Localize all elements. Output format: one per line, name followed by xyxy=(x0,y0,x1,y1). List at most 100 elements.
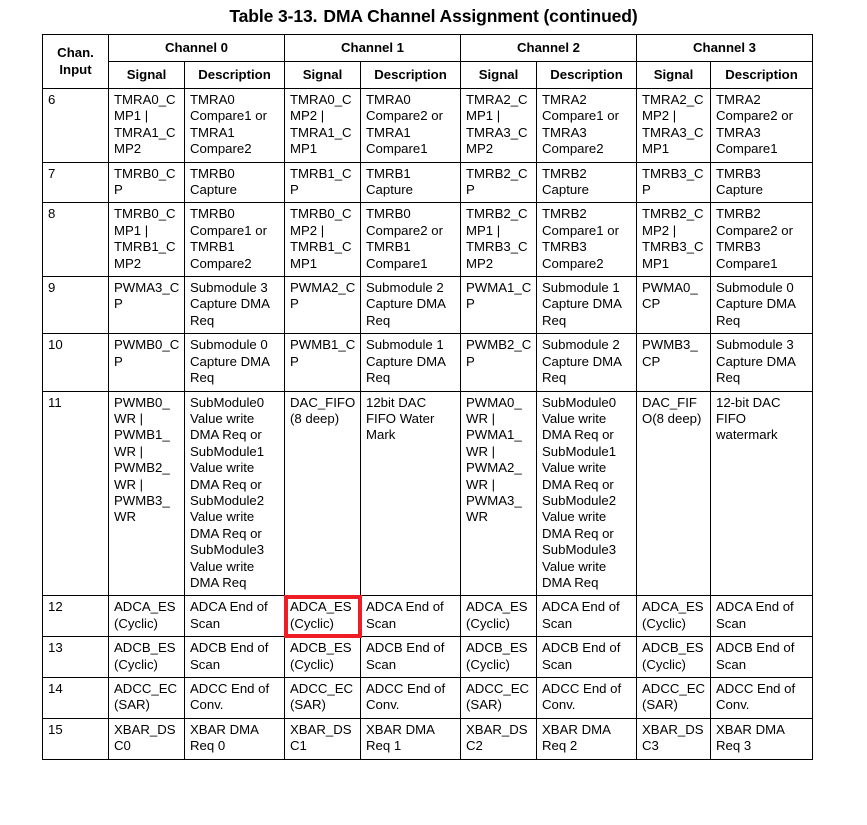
cell-ch1-signal: PWMB1_CP xyxy=(284,333,361,392)
cell-ch3-description: TMRA2 Compare2 or TMRA3 Compare1 xyxy=(710,88,813,163)
table-header: Chan. Input Channel 0 Channel 1 Channel … xyxy=(42,34,813,89)
cell-chan-input: 10 xyxy=(42,333,109,392)
cell-ch0-description: ADCB End of Scan xyxy=(184,636,285,678)
cell-ch0-signal: ADCB_ES (Cyclic) xyxy=(108,636,185,678)
cell-ch3-signal: ADCA_ES (Cyclic) xyxy=(636,595,711,638)
table-row: 11 PWMB0_WR | PWMB1_WR | PWMB2_WR | PWMB3… xyxy=(42,390,813,597)
cell-ch0-description: Submodule 0 Capture DMA Req xyxy=(184,333,285,392)
cell-ch2-signal: ADCB_ES (Cyclic) xyxy=(460,636,537,678)
header-ch0-description: Description xyxy=(184,61,285,89)
cell-ch1-description: ADCC End of Conv. xyxy=(360,677,461,719)
table-row: 9 PWMA3_CP Submodule 3 Capture DMA Req PWMA… xyxy=(42,276,813,335)
cell-ch1-signal: ADCA_ES (Cyclic) xyxy=(284,595,361,638)
cell-ch3-signal: PWMB3_CP xyxy=(636,333,711,392)
cell-ch0-description: TMRA0 Compare1 or TMRA1 Compare2 xyxy=(184,88,285,163)
header-row-subcolumns: Signal Description Signal Description Si… xyxy=(43,61,813,89)
cell-ch2-signal: PWMA1_CP xyxy=(460,276,537,335)
table-row: 10 PWMB0_CP Submodule 0 Capture DMA Req PWM… xyxy=(42,333,813,392)
table-row: 6 TMRA0_CMP1 | TMRA1_CMP2 TMRA0 Compare1 o… xyxy=(42,88,813,163)
cell-chan-input: 8 xyxy=(42,202,109,278)
cell-ch2-signal: TMRB2_CP xyxy=(460,161,537,204)
cell-ch3-description: 12-bit DAC FIFO watermark xyxy=(710,390,813,597)
cell-ch1-description: Submodule 1 Capture DMA Req xyxy=(360,333,461,392)
header-ch2-signal: Signal xyxy=(460,61,537,89)
cell-ch1-description: TMRB0 Compare2 or TMRB1 Compare1 xyxy=(360,202,461,278)
header-channel-3: Channel 3 xyxy=(636,34,813,62)
cell-ch0-signal: ADCA_ES (Cyclic) xyxy=(108,595,185,638)
cell-ch1-description: Submodule 2 Capture DMA Req xyxy=(360,276,461,335)
cell-chan-input: 15 xyxy=(42,717,109,760)
cell-ch1-description: TMRA0 Compare2 or TMRA1 Compare1 xyxy=(360,88,461,163)
cell-ch3-description: TMRB2 Compare2 or TMRB3 Compare1 xyxy=(710,202,813,278)
cell-ch1-signal: ADCC_EC (SAR) xyxy=(284,677,361,719)
cell-ch2-signal: XBAR_DSC2 xyxy=(460,717,537,760)
cell-chan-input: 14 xyxy=(42,677,109,719)
cell-ch2-signal: ADCA_ES (Cyclic) xyxy=(460,595,537,638)
header-ch0-signal: Signal xyxy=(108,61,185,89)
cell-ch2-signal: PWMA0_WR | PWMA1_WR | PWMA2_WR | PWMA3_W… xyxy=(460,390,537,597)
cell-ch2-description: ADCC End of Conv. xyxy=(536,677,637,719)
cell-ch3-signal: XBAR_DSC3 xyxy=(636,717,711,760)
cell-ch0-description: TMRB0 Capture xyxy=(184,161,285,204)
cell-ch1-description: ADCA End of Scan xyxy=(360,595,461,638)
header-ch3-signal: Signal xyxy=(636,61,711,89)
cell-ch0-description: TMRB0 Compare1 or TMRB1 Compare2 xyxy=(184,202,285,278)
cell-ch1-description: ADCB End of Scan xyxy=(360,636,461,678)
header-channel-0: Channel 0 xyxy=(108,34,285,62)
cell-chan-input: 11 xyxy=(42,390,109,597)
cell-ch2-description: SubModule0 Value write DMA Req or SubMod… xyxy=(536,390,637,597)
cell-ch1-description: TMRB1 Capture xyxy=(360,161,461,204)
cell-ch0-description: SubModule0 Value write DMA Req or SubMod… xyxy=(184,390,285,597)
cell-ch3-signal: ADCC_EC (SAR) xyxy=(636,677,711,719)
cell-ch1-signal: TMRB0_CMP2 | TMRB1_CMP1 xyxy=(284,202,361,278)
cell-ch1-description: 12bit DAC FIFO Water Mark xyxy=(360,390,461,597)
cell-ch0-signal: TMRB0_CP xyxy=(108,161,185,204)
cell-ch1-signal: PWMA2_CP xyxy=(284,276,361,335)
cell-chan-input: 9 xyxy=(42,276,109,335)
cell-ch2-description: Submodule 1 Capture DMA Req xyxy=(536,276,637,335)
cell-ch3-description: ADCB End of Scan xyxy=(710,636,813,678)
header-chan-input-line2: Input xyxy=(59,62,92,77)
cell-ch3-description: Submodule 0 Capture DMA Req xyxy=(710,276,813,335)
cell-ch0-description: Submodule 3 Capture DMA Req xyxy=(184,276,285,335)
cell-ch0-signal: PWMB0_WR | PWMB1_WR | PWMB2_WR | PWMB3_W… xyxy=(108,390,185,597)
cell-ch2-signal: TMRA2_CMP1 | TMRA3_CMP2 xyxy=(460,88,537,163)
header-ch3-description: Description xyxy=(710,61,813,89)
cell-ch1-signal: TMRA0_CMP2 | TMRA1_CMP1 xyxy=(284,88,361,163)
cell-ch3-signal: PWMA0_CP xyxy=(636,276,711,335)
table-row: 15 XBAR_DSC0 XBAR DMA Req 0 XBAR_DSC1 XBAR D… xyxy=(42,717,813,760)
header-ch2-description: Description xyxy=(536,61,637,89)
cell-ch0-signal: PWMB0_CP xyxy=(108,333,185,392)
cell-chan-input: 12 xyxy=(42,595,109,638)
cell-ch0-signal: TMRA0_CMP1 | TMRA1_CMP2 xyxy=(108,88,185,163)
cell-ch3-signal: ADCB_ES (Cyclic) xyxy=(636,636,711,678)
cell-ch0-description: ADCA End of Scan xyxy=(184,595,285,638)
cell-ch3-signal: DAC_FIFO(8 deep) xyxy=(636,390,711,597)
cell-ch3-description: ADCC End of Conv. xyxy=(710,677,813,719)
cell-ch3-signal: TMRB2_CMP2 | TMRB3_CMP1 xyxy=(636,202,711,278)
cell-ch1-signal: DAC_FIFO (8 deep) xyxy=(284,390,361,597)
table-container: Chan. Input Channel 0 Channel 1 Channel … xyxy=(42,34,813,760)
table-body: 6 TMRA0_CMP1 | TMRA1_CMP2 TMRA0 Compare1 o… xyxy=(42,88,813,760)
table-row: 7 TMRB0_CP TMRB0 Capture TMRB1_CP TMRB1 Capt… xyxy=(42,161,813,204)
header-chan-input: Chan. Input xyxy=(42,34,109,89)
cell-chan-input: 7 xyxy=(42,161,109,204)
cell-ch1-description: XBAR DMA Req 1 xyxy=(360,717,461,760)
cell-ch2-description: ADCB End of Scan xyxy=(536,636,637,678)
header-ch1-signal: Signal xyxy=(284,61,361,89)
dma-channel-assignment-table: Chan. Input Channel 0 Channel 1 Channel … xyxy=(42,34,813,760)
cell-ch2-description: Submodule 2 Capture DMA Req xyxy=(536,333,637,392)
cell-chan-input: 6 xyxy=(42,88,109,163)
cell-ch0-signal: ADCC_EC (SAR) xyxy=(108,677,185,719)
cell-ch0-description: XBAR DMA Req 0 xyxy=(184,717,285,760)
table-caption-text: DMA Channel Assignment (continued) xyxy=(323,6,638,26)
cell-chan-input: 13 xyxy=(42,636,109,678)
table-row: 8 TMRB0_CMP1 | TMRB1_CMP2 TMRB0 Compare1 o… xyxy=(42,202,813,278)
cell-ch3-signal: TMRA2_CMP2 | TMRA3_CMP1 xyxy=(636,88,711,163)
cell-ch2-signal: PWMB2_CP xyxy=(460,333,537,392)
cell-ch1-signal: ADCB_ES (Cyclic) xyxy=(284,636,361,678)
header-row-channels: Chan. Input Channel 0 Channel 1 Channel … xyxy=(42,34,813,89)
cell-ch2-description: TMRB2 Capture xyxy=(536,161,637,204)
table-row: 12 ADCA_ES (Cyclic) ADCA End of Scan ADCA_E… xyxy=(42,595,813,638)
cell-ch2-description: TMRA2 Compare1 or TMRA3 Compare2 xyxy=(536,88,637,163)
